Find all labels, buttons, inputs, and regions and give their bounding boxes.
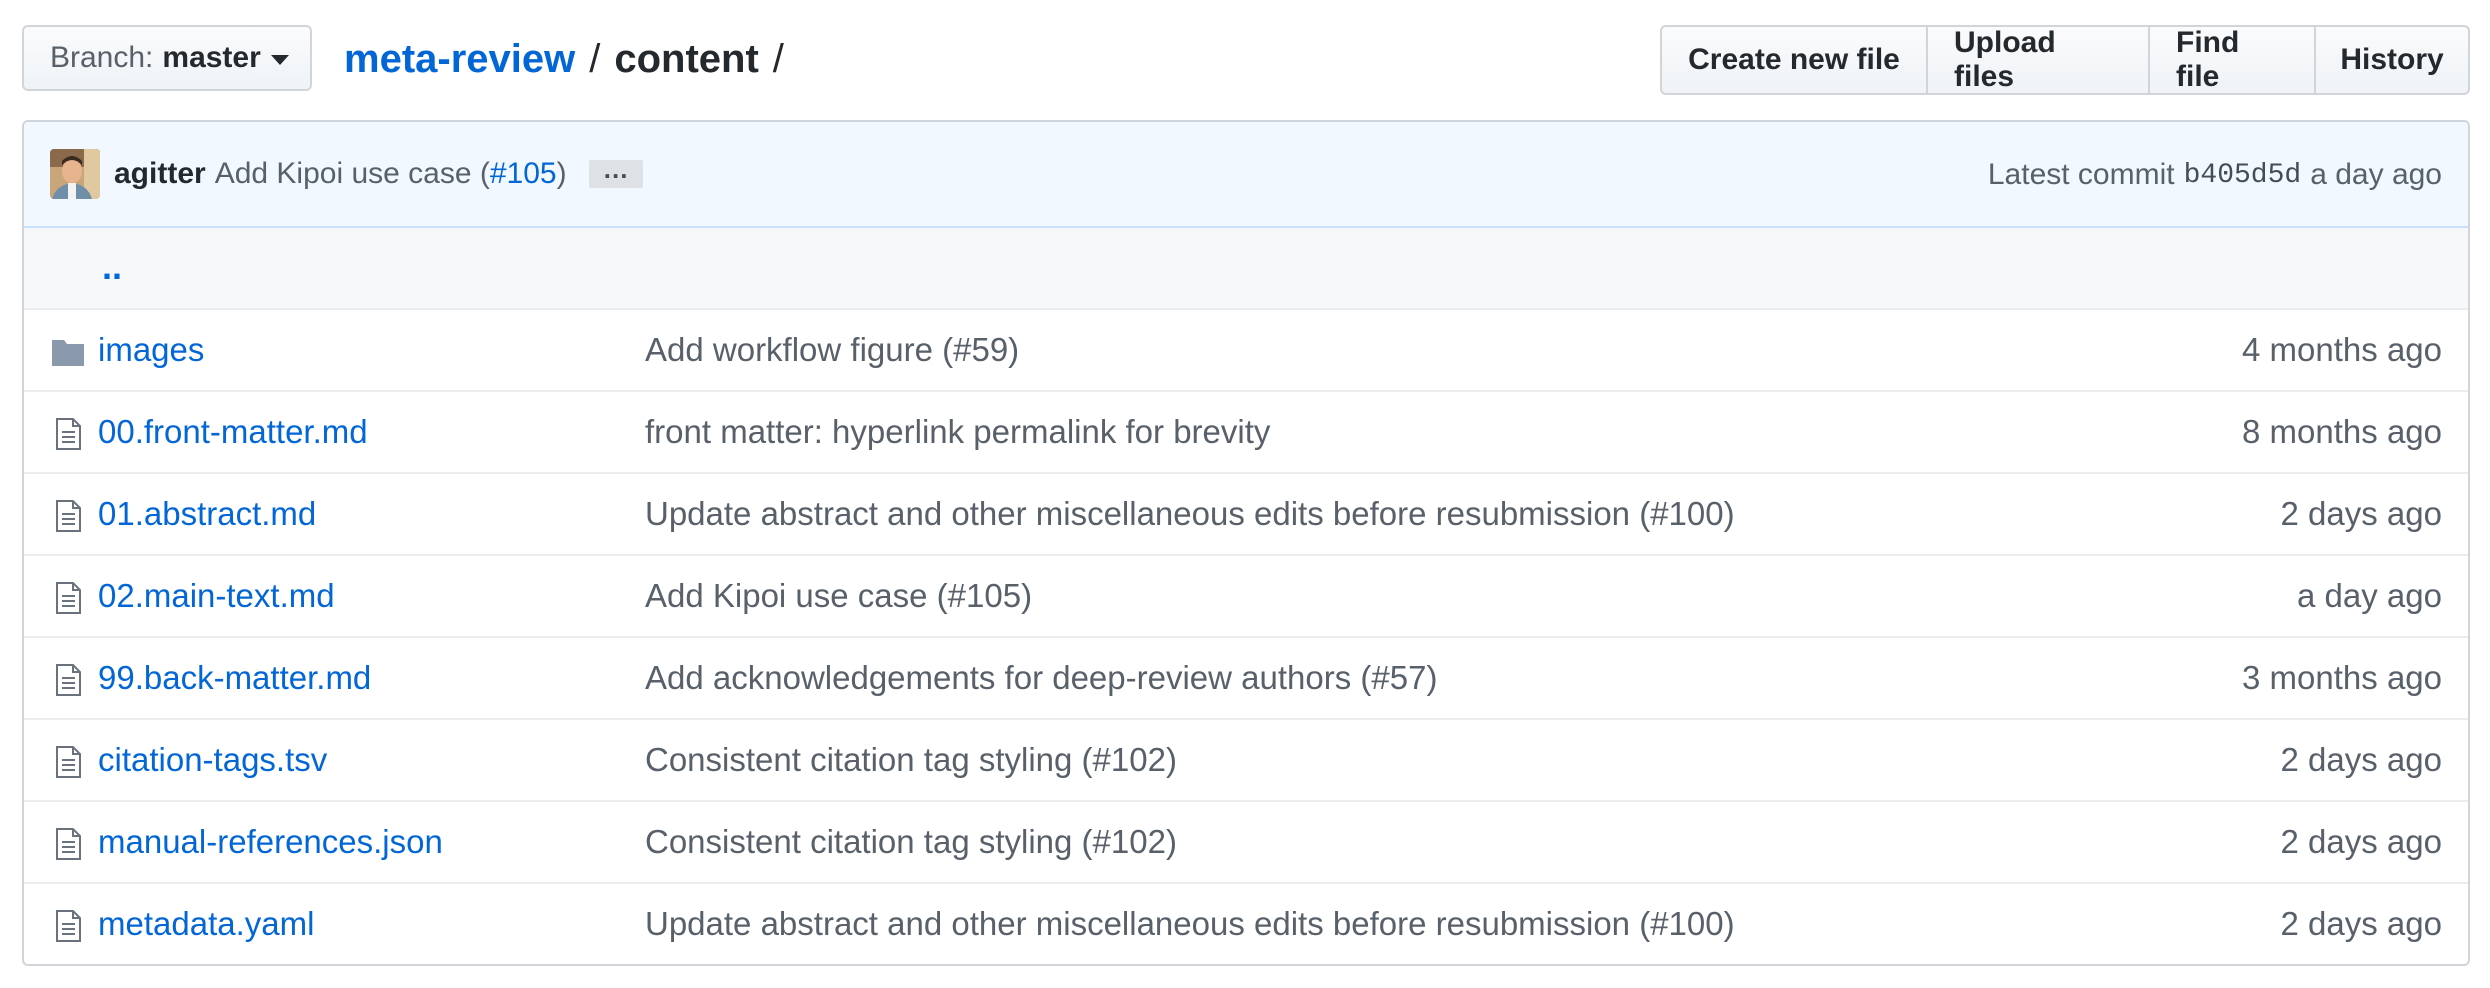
file-row: 99.back-matter.md Add acknowledgements fo… xyxy=(24,636,2468,718)
commit-age: a day ago xyxy=(2310,158,2442,191)
file-row: manual-references.json Consistent citatio… xyxy=(24,800,2468,882)
latest-commit-bar: agitter Add Kipoi use case (#105) … Late… xyxy=(24,122,2468,228)
branch-select-button[interactable]: Branch: master xyxy=(22,25,312,91)
file-commit-message-link[interactable]: Add workflow figure (#59) xyxy=(645,331,1019,369)
file-name-link[interactable]: images xyxy=(98,331,204,369)
file-age: a day ago xyxy=(2297,577,2442,614)
history-button[interactable]: History xyxy=(2314,25,2470,95)
avatar[interactable] xyxy=(50,149,100,199)
file-commit-message-link[interactable]: Update abstract and other miscellaneous … xyxy=(645,905,1735,943)
commit-sha-link[interactable]: b405d5d xyxy=(2184,160,2302,191)
breadcrumb-repo-link[interactable]: meta-review xyxy=(344,37,575,82)
file-commit-message-link[interactable]: Update abstract and other miscellaneous … xyxy=(645,495,1735,533)
file-age: 2 days ago xyxy=(2280,905,2442,942)
file-age: 2 days ago xyxy=(2280,741,2442,778)
file-row: 00.front-matter.md front matter: hyperlin… xyxy=(24,390,2468,472)
file-icon xyxy=(50,744,86,780)
breadcrumb-trailing-separator: / xyxy=(772,36,784,81)
file-name-link[interactable]: citation-tags.tsv xyxy=(98,741,327,779)
file-age: 2 days ago xyxy=(2280,823,2442,860)
expand-commit-ellipsis-button[interactable]: … xyxy=(588,156,643,188)
file-row: 01.abstract.md Update abstract and other … xyxy=(24,472,2468,554)
latest-commit-info: Latest commit b405d5d a day ago xyxy=(1988,122,2442,228)
breadcrumb-separator: / xyxy=(589,36,601,81)
file-icon xyxy=(50,908,86,944)
file-row: metadata.yaml Update abstract and other m… xyxy=(24,882,2468,964)
file-age: 4 months ago xyxy=(2242,331,2442,368)
file-icon xyxy=(50,498,86,534)
parent-directory-link[interactable]: .. xyxy=(102,246,122,288)
commit-message-text: Add Kipoi use case ( xyxy=(214,157,490,190)
folder-icon xyxy=(50,334,86,370)
file-commit-message-link[interactable]: Consistent citation tag styling (#102) xyxy=(645,741,1177,779)
file-age: 2 days ago xyxy=(2280,495,2442,532)
file-icon xyxy=(50,662,86,698)
file-commit-message-link[interactable]: front matter: hyperlink permalink for br… xyxy=(645,413,1270,451)
file-commit-message-link[interactable]: Add Kipoi use case (#105) xyxy=(645,577,1032,615)
branch-label: Branch: xyxy=(50,41,154,74)
file-name-link[interactable]: metadata.yaml xyxy=(98,905,314,943)
file-row: images Add workflow figure (#59) 4 months … xyxy=(24,308,2468,390)
branch-name: master xyxy=(162,41,261,74)
file-name-link[interactable]: 02.main-text.md xyxy=(98,577,335,615)
file-name-link[interactable]: 01.abstract.md xyxy=(98,495,316,533)
file-icon xyxy=(50,580,86,616)
file-list-box: agitter Add Kipoi use case (#105) … Late… xyxy=(22,120,2470,966)
file-name-link[interactable]: manual-references.json xyxy=(98,823,443,861)
upload-files-button[interactable]: Upload files xyxy=(1926,25,2150,95)
commit-pr-link[interactable]: #105 xyxy=(490,157,557,190)
find-file-button[interactable]: Find file xyxy=(2148,25,2316,95)
file-row: citation-tags.tsv Consistent citation tag… xyxy=(24,718,2468,800)
file-name-link[interactable]: 00.front-matter.md xyxy=(98,413,368,451)
file-navigation: Branch: master meta-review / content / C… xyxy=(22,25,2470,95)
parent-directory-row: .. xyxy=(24,228,2468,308)
commit-author-link[interactable]: agitter xyxy=(114,157,206,191)
file-rows: images Add workflow figure (#59) 4 months … xyxy=(24,308,2468,964)
latest-commit-label: Latest commit xyxy=(1987,158,2175,191)
breadcrumb-current-dir: content xyxy=(614,36,759,81)
caret-down-icon xyxy=(270,55,289,65)
file-commit-message-link[interactable]: Consistent citation tag styling (#102) xyxy=(645,823,1177,861)
breadcrumb: meta-review / content / xyxy=(344,29,798,89)
file-icon xyxy=(50,826,86,862)
create-new-file-button[interactable]: Create new file xyxy=(1660,25,1928,95)
file-name-link[interactable]: 99.back-matter.md xyxy=(98,659,371,697)
file-row: 02.main-text.md Add Kipoi use case (#105)… xyxy=(24,554,2468,636)
commit-message[interactable]: Add Kipoi use case (#105) xyxy=(215,157,567,191)
commit-message-suffix: ) xyxy=(556,157,567,190)
file-icon xyxy=(50,416,86,452)
file-age: 8 months ago xyxy=(2242,413,2442,450)
file-age: 3 months ago xyxy=(2242,659,2442,696)
file-actions-group: Create new file Upload files Find file H… xyxy=(1660,25,2470,95)
file-commit-message-link[interactable]: Add acknowledgements for deep-review aut… xyxy=(645,659,1437,697)
